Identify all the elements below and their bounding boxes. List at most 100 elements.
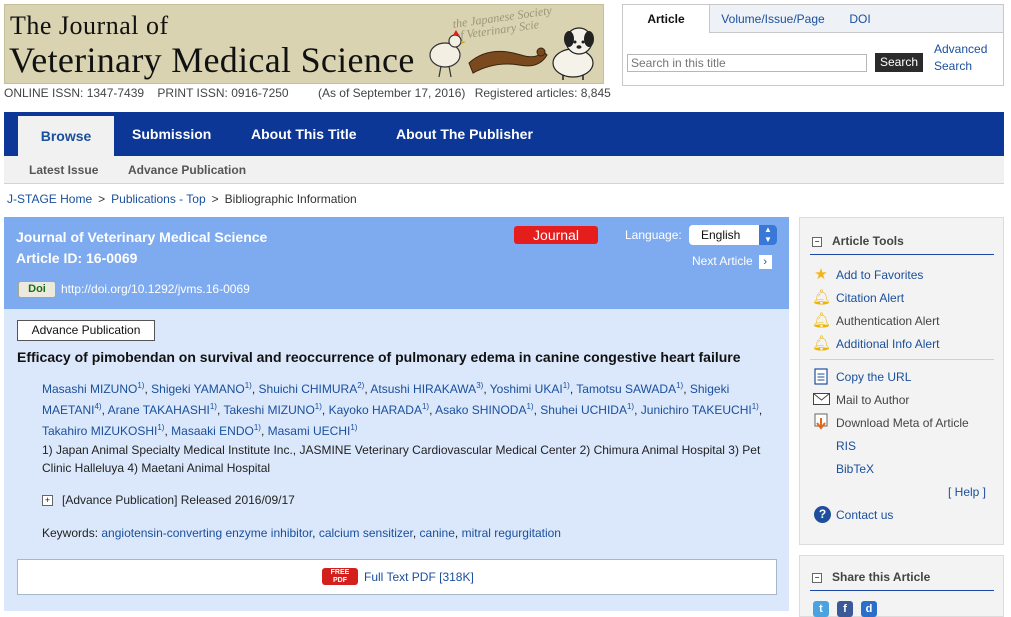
download-icon [814, 413, 828, 430]
registered-count: Registered articles: 8,845 [474, 86, 611, 100]
author-link[interactable]: Shuhei UCHIDA1) [540, 402, 634, 417]
affiliation-marker: 4) [94, 402, 102, 411]
keyword-link[interactable]: calcium sensitizer [319, 526, 413, 540]
ris-link[interactable]: RIS [836, 439, 856, 453]
breadcrumb: J-STAGE Home > Publications - Top > Bibliogr… [7, 192, 357, 206]
authentication-alert-link[interactable]: Authentication Alert [836, 314, 939, 328]
as-of-date: (As of September 17, 2016) [317, 86, 466, 100]
author-link[interactable]: Yoshimi UKAI1) [490, 381, 570, 396]
doi-link[interactable]: http://doi.org/10.1292/jvms.16-0069 [61, 282, 250, 296]
affiliation-marker: 1) [350, 423, 358, 432]
print-issn: PRINT ISSN: 0916-7250 [157, 86, 289, 100]
author-list: Masashi MIZUNO1), Shigeki YAMANO1), Shui… [42, 381, 763, 438]
journal-name: Journal of Veterinary Medical Science [16, 229, 268, 245]
affiliation-marker: 1) [526, 402, 534, 411]
bell-icon: 🔔︎ [812, 335, 832, 352]
mail-icon [813, 393, 830, 405]
journal-banner[interactable]: The Journal of Veterinary Medical Scienc… [4, 3, 604, 84]
delicious-icon[interactable]: d [861, 601, 877, 617]
breadcrumb-home[interactable]: J-STAGE Home [7, 192, 92, 206]
doi-icon: Doi [18, 281, 56, 298]
expand-icon[interactable]: + [42, 495, 53, 507]
journal-badge: Journal [514, 226, 598, 244]
affiliation-marker: 1) [244, 381, 252, 390]
release-info[interactable]: + [Advance Publication] Released 2016/09/… [42, 493, 295, 507]
author-link[interactable]: Takeshi MIZUNO1) [223, 402, 322, 417]
copy-url-link[interactable]: Copy the URL [836, 370, 911, 384]
search-tab-doi[interactable]: DOI [843, 5, 877, 33]
issn-info: ONLINE ISSN: 1347-7439 PRINT ISSN: 0916-… [4, 86, 621, 100]
help-link[interactable]: [ Help ] [948, 485, 986, 499]
full-text-pdf-link[interactable]: Full Text PDF [318K] [364, 570, 474, 584]
author-link[interactable]: Kayoko HARADA1) [329, 402, 430, 417]
journal-title-line2: Veterinary Medical Science [9, 40, 415, 80]
affiliation-marker: 1) [253, 423, 261, 432]
article-id: Article ID: 16-0069 [16, 250, 138, 266]
download-meta-label: Download Meta of Article [836, 416, 969, 430]
main-nav: Browse Submission About This Title About… [4, 112, 1004, 156]
mail-author-link[interactable]: Mail to Author [836, 393, 909, 407]
author-link[interactable]: Shigeki YAMANO1) [151, 381, 252, 396]
author-link[interactable]: Masami UECHI1) [268, 423, 358, 438]
status-badge: Advance Publication [17, 320, 155, 341]
search-tab-article[interactable]: Article [623, 5, 709, 33]
subnav-advance-publication[interactable]: Advance Publication [128, 156, 246, 184]
search-panel: Article Volume/Issue/Page DOI Search Adv… [622, 4, 1004, 86]
author-link[interactable]: Junichiro TAKEUCHI1) [641, 402, 759, 417]
share-heading[interactable]: − Share this Article [812, 570, 930, 584]
keyword-link[interactable]: mitral regurgitation [462, 526, 561, 540]
facebook-icon[interactable]: f [837, 601, 853, 617]
keywords: Keywords: angiotensin-converting enzyme … [42, 526, 561, 540]
sub-nav: Latest Issue Advance Publication [4, 156, 1004, 184]
nav-tab-about-title[interactable]: About This Title [251, 112, 357, 156]
author-link[interactable]: Atsushi HIRAKAWA3) [370, 381, 483, 396]
article-title: Efficacy of pimobendan on survival and r… [17, 349, 741, 365]
share-panel [799, 555, 1004, 617]
breadcrumb-current: Bibliographic Information [224, 192, 357, 206]
language-select[interactable]: English ▲ ▼ [689, 225, 777, 245]
free-pdf-icon[interactable]: FREE PDF [322, 568, 358, 585]
contact-us-link[interactable]: Contact us [836, 508, 893, 522]
twitter-icon[interactable]: t [813, 601, 829, 617]
search-tabs: Article Volume/Issue/Page DOI [623, 5, 1003, 33]
author-link[interactable]: Shuichi CHIMURA2) [259, 381, 365, 396]
search-button[interactable]: Search [875, 53, 923, 72]
keyword-link[interactable]: canine [420, 526, 455, 540]
author-link[interactable]: Arane TAKAHASHI1) [108, 402, 217, 417]
breadcrumb-publications[interactable]: Publications - Top [111, 192, 206, 206]
author-link[interactable]: Masaaki ENDO1) [171, 423, 261, 438]
nav-tab-about-publisher[interactable]: About The Publisher [396, 112, 533, 156]
affiliation-marker: 1) [314, 402, 322, 411]
add-favorites-link[interactable]: Add to Favorites [836, 268, 923, 282]
next-article-link[interactable]: Next Article › [692, 254, 772, 269]
journal-title-line1: The Journal of [10, 11, 169, 40]
author-link[interactable]: Takahiro MIZUKOSHI1) [42, 423, 164, 438]
citation-alert-link[interactable]: Citation Alert [836, 291, 904, 305]
search-tab-volume[interactable]: Volume/Issue/Page [713, 5, 833, 33]
bibtex-link[interactable]: BibTeX [836, 462, 874, 476]
author-link[interactable]: Asako SHINODA1) [435, 402, 534, 417]
search-input[interactable] [627, 54, 867, 72]
question-icon: ? [814, 506, 831, 523]
bell-icon: 🔔︎ [812, 289, 832, 306]
advanced-search-link[interactable]: Advanced Search [934, 41, 1004, 75]
divider [810, 359, 994, 360]
star-icon: ★ [814, 266, 828, 283]
additional-info-alert-link[interactable]: Additional Info Alert [836, 337, 939, 351]
chevron-right-icon: › [758, 254, 772, 269]
affiliation-marker: 1) [562, 381, 570, 390]
bell-icon: 🔔︎ [812, 312, 832, 329]
select-arrows-icon: ▲ ▼ [759, 225, 777, 245]
article-tools-heading[interactable]: − Article Tools [812, 234, 904, 248]
divider [810, 254, 994, 255]
online-issn: ONLINE ISSN: 1347-7439 [4, 86, 145, 100]
collapse-icon: − [812, 572, 822, 583]
subnav-latest-issue[interactable]: Latest Issue [29, 156, 98, 184]
author-link[interactable]: Masashi MIZUNO1) [42, 381, 144, 396]
nav-tab-submission[interactable]: Submission [132, 112, 211, 156]
document-icon [814, 368, 828, 385]
language-label: Language: [625, 228, 682, 242]
nav-tab-browse[interactable]: Browse [18, 116, 114, 156]
keyword-link[interactable]: angiotensin-converting enzyme inhibitor [101, 526, 312, 540]
author-link[interactable]: Tamotsu SAWADA1) [576, 381, 683, 396]
